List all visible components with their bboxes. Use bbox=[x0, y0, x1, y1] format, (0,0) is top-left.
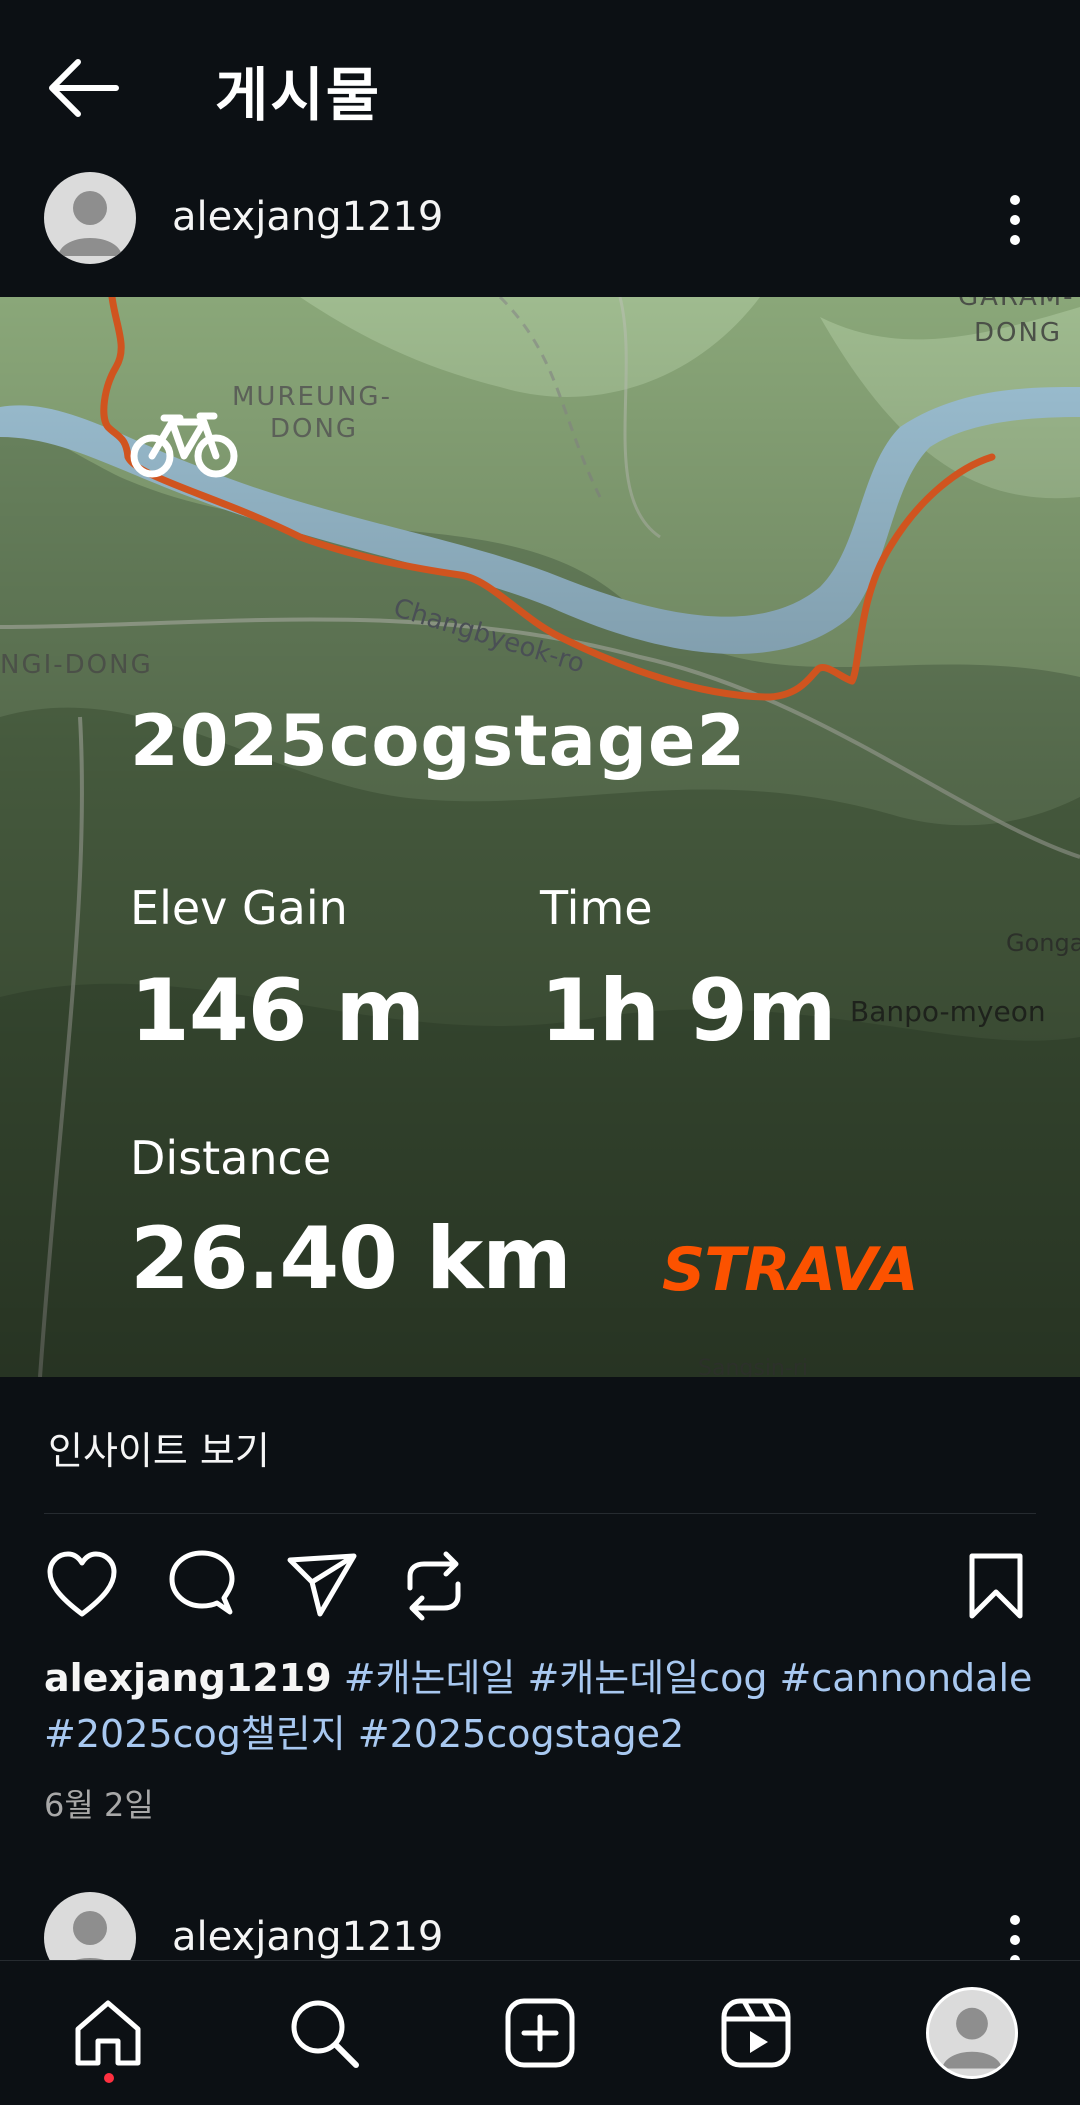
post-caption: alexjang1219 #캐논데일 #캐논데일cog #cannondale … bbox=[44, 1650, 1044, 1762]
bookmark-icon bbox=[969, 1553, 1023, 1619]
activity-title: 2025cogstage2 bbox=[130, 700, 747, 782]
distance-value: 26.40 km bbox=[130, 1209, 572, 1309]
more-options-button[interactable] bbox=[995, 190, 1035, 250]
elev-gain-value: 146 m bbox=[130, 961, 425, 1061]
map-label: NGI-DONG bbox=[0, 650, 153, 680]
comment-icon bbox=[169, 1550, 235, 1615]
create-icon bbox=[505, 1998, 575, 2068]
comment-button[interactable] bbox=[164, 1548, 240, 1624]
bottom-navigation bbox=[0, 1960, 1080, 2105]
profile-icon bbox=[942, 2007, 1002, 2069]
map-label: DONG bbox=[270, 414, 358, 444]
reels-icon bbox=[721, 1998, 791, 2068]
divider bbox=[44, 1513, 1036, 1514]
strava-logo: STRAVA bbox=[662, 1235, 919, 1305]
post-username[interactable]: alexjang1219 bbox=[172, 194, 443, 240]
default-avatar-icon bbox=[58, 191, 122, 256]
map-label: DONG bbox=[974, 318, 1062, 348]
send-icon bbox=[287, 1553, 357, 1617]
elev-gain-label: Elev Gain bbox=[130, 881, 348, 935]
nav-search[interactable] bbox=[284, 1993, 364, 2073]
distance-label: Distance bbox=[130, 1131, 332, 1185]
hashtag-list[interactable]: #캐논데일 #캐논데일cog #cannondale bbox=[344, 1656, 1033, 1700]
next-post-username[interactable]: alexjang1219 bbox=[172, 1914, 443, 1960]
map-label: Gonga bbox=[1006, 929, 1080, 957]
avatar[interactable] bbox=[44, 172, 136, 264]
nav-profile[interactable] bbox=[926, 1987, 1018, 2079]
more-vertical-icon bbox=[1010, 195, 1020, 245]
nav-reels[interactable] bbox=[716, 1993, 796, 2073]
notification-dot bbox=[104, 2073, 114, 2083]
hashtag-list[interactable]: #2025cog챌린지 #2025cogstage2 bbox=[44, 1712, 684, 1756]
top-bar: 게시물 bbox=[0, 0, 1080, 170]
page-title: 게시물 bbox=[215, 61, 382, 129]
time-label: Time bbox=[540, 881, 653, 935]
view-insights-link[interactable]: 인사이트 보기 bbox=[48, 1420, 270, 1475]
save-button[interactable] bbox=[958, 1548, 1034, 1624]
nav-home[interactable] bbox=[68, 1993, 148, 2073]
post-author-row: alexjang1219 bbox=[0, 172, 1080, 290]
nav-create[interactable] bbox=[500, 1993, 580, 2073]
caption-username[interactable]: alexjang1219 bbox=[44, 1656, 332, 1700]
map-label: Banpo-myeon bbox=[850, 995, 1046, 1028]
map-label: MUREUNG- bbox=[232, 382, 392, 412]
repost-button[interactable] bbox=[396, 1548, 472, 1624]
share-button[interactable] bbox=[284, 1548, 360, 1624]
like-button[interactable] bbox=[44, 1548, 120, 1624]
repost-icon bbox=[407, 1551, 461, 1621]
search-icon bbox=[291, 2000, 359, 2068]
back-button[interactable] bbox=[44, 52, 126, 124]
bicycle-icon bbox=[130, 412, 238, 478]
map-label: Sangsin-ri bbox=[698, 1356, 808, 1377]
arrow-left-icon bbox=[49, 59, 119, 117]
time-value: 1h 9m bbox=[540, 961, 836, 1061]
heart-icon bbox=[47, 1551, 117, 1617]
home-icon bbox=[75, 2000, 141, 2066]
post-date: 6월 2일 bbox=[44, 1786, 154, 1824]
map-label: GARAM- bbox=[958, 297, 1075, 312]
post-image[interactable]: MUREUNG- DONG GARAM- DONG Changbyeok-ro … bbox=[0, 297, 1080, 1377]
